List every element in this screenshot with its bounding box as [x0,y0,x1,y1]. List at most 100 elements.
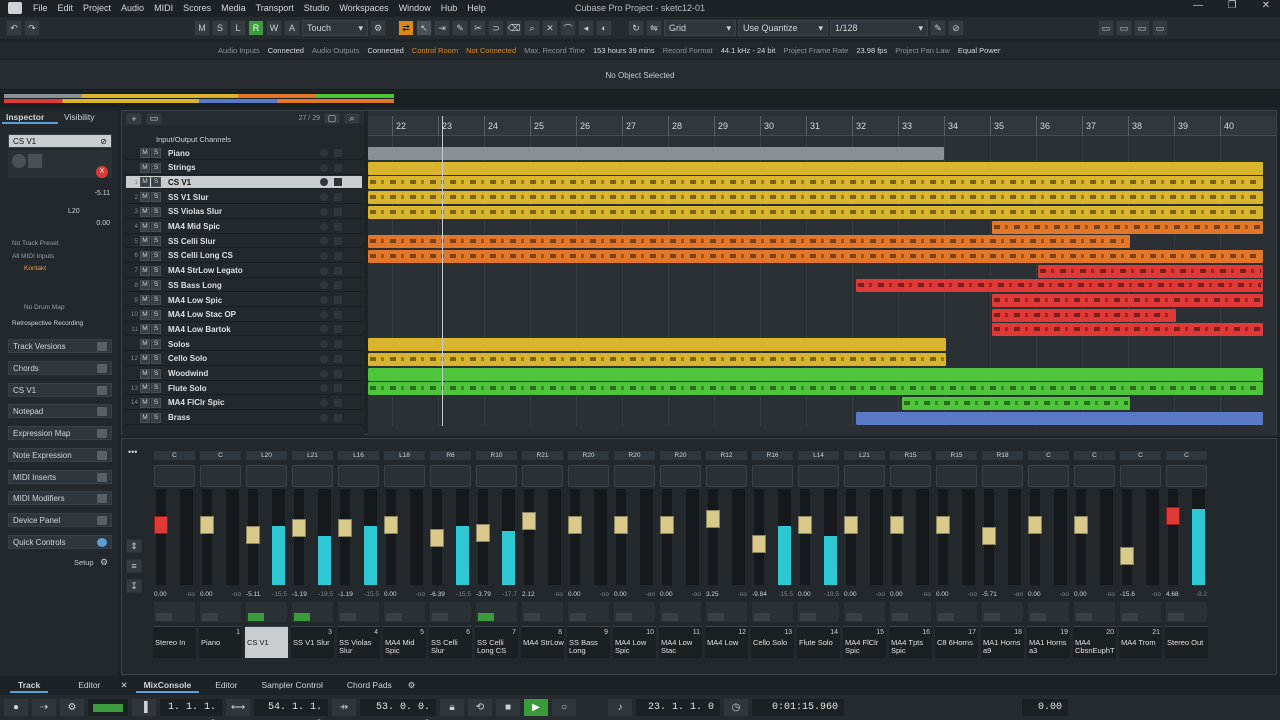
layout-left-icon[interactable]: ▭ [1098,20,1114,36]
monitor-icon[interactable] [334,281,342,290]
record-icon[interactable]: ○ [552,699,576,716]
mute-button[interactable]: M [140,324,150,335]
nudge-palette-icon[interactable]: ↻ [628,20,644,36]
menu-midi[interactable]: MIDI [149,3,178,13]
tab-mixconsole[interactable]: MixConsole [135,677,200,693]
arrange-lane[interactable] [368,264,1263,279]
layout-lower-icon[interactable]: ▭ [1116,20,1132,36]
automation-mode-select[interactable]: Touch ▾ [302,20,368,36]
track-row[interactable]: 6 M S SS Celli Long CS [126,250,362,263]
monitor-icon[interactable] [334,163,342,172]
tab-chord-pads[interactable]: Chord Pads [339,677,400,693]
arrange-lane[interactable] [368,382,1263,396]
pan-readout[interactable]: R20 [568,451,609,460]
arrange-lane[interactable] [368,396,1263,411]
left-locator-icon[interactable]: ▐ [132,699,156,716]
channel-name[interactable]: MA4 CbsnEuphT [1075,639,1117,655]
mute-tool-icon[interactable]: ✕ [542,20,558,36]
channel-name[interactable]: MA4 Low Stac [661,639,703,655]
meter-icon[interactable]: ↧ [126,579,142,593]
volume-value[interactable]: 0.00 [890,591,903,600]
autoscroll-icon[interactable]: ⇄ [398,20,414,36]
solo-state-button[interactable]: S [212,20,228,36]
drum-map-select[interactable]: No Drum Map [24,304,110,311]
read-automation-button[interactable] [156,613,172,621]
arrange-lane[interactable] [368,411,1263,426]
section-track-name[interactable]: CS V1 [8,383,112,397]
read-automation-button[interactable] [662,613,678,621]
monitor-icon[interactable] [334,340,342,349]
read-automation-button[interactable] [202,613,218,621]
channel-buttons[interactable] [200,465,241,487]
channel-buttons[interactable] [338,465,379,487]
pan-readout[interactable]: C [200,451,241,460]
pan-readout[interactable]: L20 [246,451,287,460]
record-enable-icon[interactable] [320,207,328,216]
channel-buttons[interactable] [1028,465,1069,487]
volume-fader[interactable] [936,516,950,535]
menu-file[interactable]: File [28,3,53,13]
track-folder-icon[interactable]: ▭ [146,112,162,125]
pan-readout[interactable]: R10 [476,451,517,460]
channel-buttons[interactable] [752,465,793,487]
record-enable-icon[interactable] [320,369,328,378]
record-enable-icon[interactable] [320,193,328,202]
midi-part[interactable] [368,367,1263,381]
pan-readout[interactable]: R20 [660,451,701,460]
solo-button[interactable]: S [151,148,161,158]
read-automation-button[interactable] [616,613,632,621]
pan-readout[interactable]: C [1120,451,1161,460]
inspector-volume[interactable]: -5.11 [40,190,110,199]
monitor-icon[interactable] [334,310,342,319]
channel-name[interactable]: Flute Solo [799,639,841,647]
track-name[interactable]: Flute Solo [168,384,320,393]
stop-icon[interactable]: ■ [496,699,520,716]
menu-studio[interactable]: Studio [299,3,335,13]
pan-readout[interactable]: L21 [844,451,885,460]
channel-buttons[interactable] [246,465,287,487]
arrange-lane[interactable] [368,352,1263,367]
section-notepad[interactable]: Notepad [8,404,112,418]
read-automation-button[interactable] [708,613,724,621]
menu-media[interactable]: Media [216,3,251,13]
racks-icon[interactable]: ≡ [126,559,142,573]
restore-icon[interactable]: ❐ [1220,0,1244,11]
channel-buttons[interactable] [568,465,609,487]
track-name[interactable]: MA4 Low Bartok [168,325,320,334]
arrange-lane[interactable] [368,205,1263,220]
mute-button[interactable]: M [140,162,150,173]
channel-buttons[interactable] [660,465,701,487]
read-automation-button[interactable] [1122,613,1138,621]
gear-icon[interactable]: ⚙ [100,557,108,568]
tab-inspector[interactable]: Inspector [2,112,58,124]
midi-part[interactable] [368,235,1130,249]
read-automation-button[interactable] [478,613,494,621]
solo-button[interactable]: S [151,324,161,335]
record-enable-icon[interactable] [320,237,328,246]
mute-button[interactable]: M [140,412,150,423]
solo-button[interactable]: S [151,250,161,261]
volume-value[interactable]: 0.00 [798,591,811,600]
freeze-icon[interactable]: X [96,166,108,178]
folder-track[interactable]: M S Woodwind [126,368,362,381]
mute-button[interactable]: M [140,339,150,350]
channel-name[interactable]: Stereo Out [1167,639,1209,647]
track-row[interactable]: 13 M S Flute Solo [126,382,362,396]
record-enable-icon[interactable] [320,398,328,407]
volume-value[interactable]: -5.11 [246,591,260,600]
midi-part[interactable] [992,323,1263,337]
monitor-icon[interactable] [334,296,342,304]
solo-button[interactable]: S [151,339,161,350]
record-mode-icon[interactable]: ● [4,699,28,716]
section-chords[interactable]: Chords [8,361,112,375]
menu-workspaces[interactable]: Workspaces [334,3,393,13]
write-automation-button[interactable]: W [266,20,282,36]
track-row[interactable]: 12 M S Cello Solo [126,353,362,366]
tab-visibility[interactable]: Visibility [60,112,116,124]
channel-name[interactable]: MA1 Horns a3 [1029,639,1071,655]
redo-icon[interactable]: ↷ [24,20,40,36]
volume-value[interactable]: 0.00 [154,591,167,600]
solo-button[interactable]: S [151,280,161,291]
close-icon[interactable]: ✕ [1254,0,1278,11]
mute-button[interactable]: M [140,206,150,217]
